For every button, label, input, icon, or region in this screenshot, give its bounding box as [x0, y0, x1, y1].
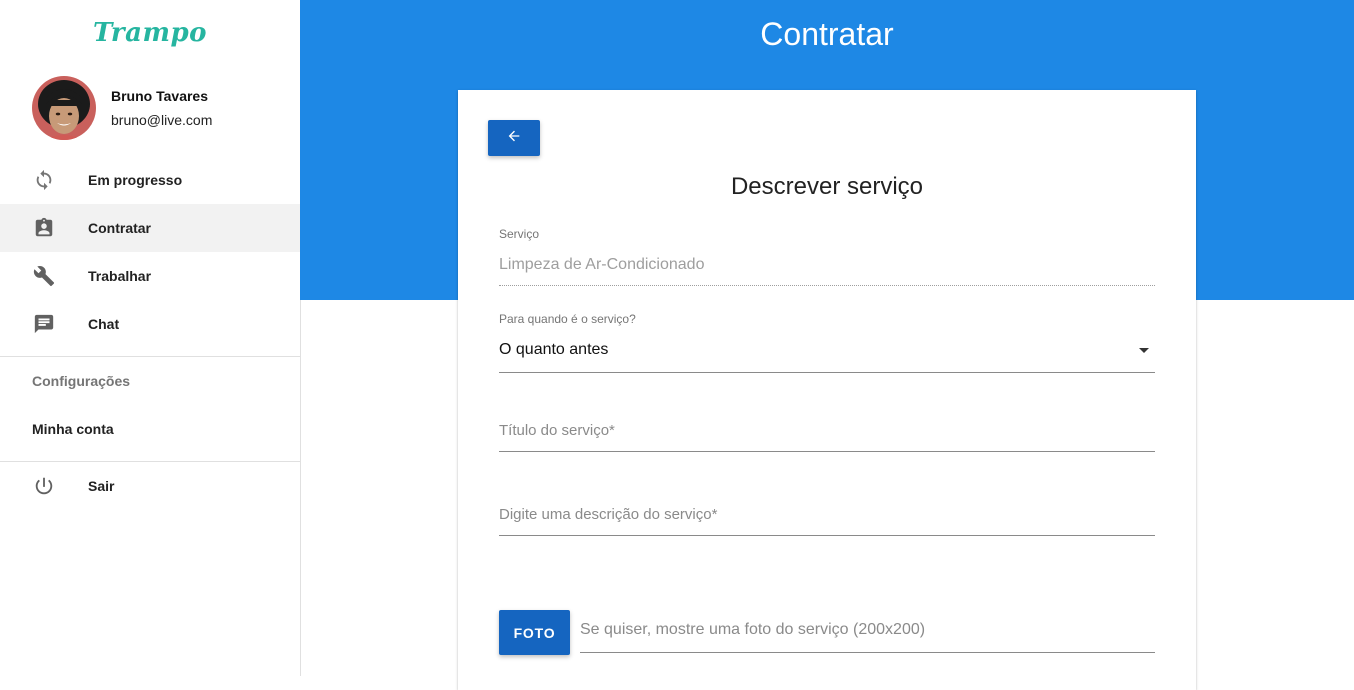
photo-input[interactable]: Se quiser, mostre uma foto do serviço (2…	[580, 620, 1155, 653]
sidebar-item-contratar[interactable]: Contratar	[0, 204, 300, 252]
assignment-ind-icon	[32, 216, 56, 240]
dropdown-arrow-icon	[1139, 348, 1149, 353]
service-form-card: Descrever serviço Serviço Limpeza de Ar-…	[458, 90, 1196, 690]
sidebar-item-trabalhar[interactable]: Trabalhar	[0, 252, 300, 300]
sidebar-item-label: Contratar	[88, 220, 152, 236]
sidebar-divider	[0, 356, 300, 357]
when-label: Para quando é o serviço?	[499, 312, 636, 326]
photo-button[interactable]: FOTO	[499, 610, 570, 655]
service-value: Limpeza de Ar-Condicionado	[499, 256, 705, 273]
when-value: O quanto antes	[499, 341, 609, 358]
sidebar-item-label: Trabalhar	[88, 268, 152, 284]
avatar	[32, 76, 96, 140]
wrench-icon	[32, 264, 56, 288]
sidebar-item-label: Sair	[88, 478, 115, 494]
service-title-input[interactable]: Título do serviço*	[499, 421, 1155, 452]
app-logo: Trampo	[92, 18, 208, 48]
sidebar-item-chat[interactable]: Chat	[0, 300, 300, 348]
field-underline	[499, 372, 1155, 373]
user-profile: Bruno Tavares bruno@live.com	[32, 76, 212, 140]
page-title: Contratar	[760, 16, 894, 52]
sidebar-item-em-progresso[interactable]: Em progresso	[0, 156, 300, 204]
description-placeholder: Digite uma descrição do serviço*	[499, 506, 718, 523]
field-underline	[499, 451, 1155, 452]
chat-icon	[32, 312, 56, 336]
sidebar-item-label: Em progresso	[88, 172, 183, 188]
arrow-left-icon	[506, 128, 522, 149]
settings-subheader: Configurações	[32, 373, 131, 389]
photo-placeholder: Se quiser, mostre uma foto do serviço (2…	[580, 621, 926, 638]
field-underline	[580, 652, 1155, 653]
profile-name: Bruno Tavares	[111, 88, 208, 104]
back-button[interactable]	[488, 120, 540, 156]
sidebar-item-label: Chat	[88, 316, 120, 332]
service-title-placeholder: Título do serviço*	[499, 422, 615, 439]
sidebar-item-minha-conta[interactable]: Minha conta	[0, 405, 300, 453]
sidebar: Trampo Bruno Tavares bruno@live.com Em p…	[0, 0, 301, 676]
service-field: Serviço Limpeza de Ar-Condicionado	[499, 227, 1155, 286]
form-title: Descrever serviço	[730, 173, 924, 200]
sidebar-item-sair[interactable]: Sair	[0, 462, 300, 510]
profile-email: bruno@live.com	[111, 112, 213, 128]
power-icon	[32, 474, 56, 498]
profile-info: Bruno Tavares bruno@live.com	[111, 86, 212, 130]
field-underline	[499, 535, 1155, 536]
when-select[interactable]: Para quando é o serviço? O quanto antes	[499, 312, 1155, 373]
description-input[interactable]: Digite uma descrição do serviço*	[499, 505, 1155, 536]
field-underline	[499, 285, 1155, 286]
sidebar-nav: Em progresso Contratar Trabalhar Chat	[0, 156, 300, 348]
sync-icon	[32, 168, 56, 192]
service-label: Serviço	[499, 227, 540, 241]
